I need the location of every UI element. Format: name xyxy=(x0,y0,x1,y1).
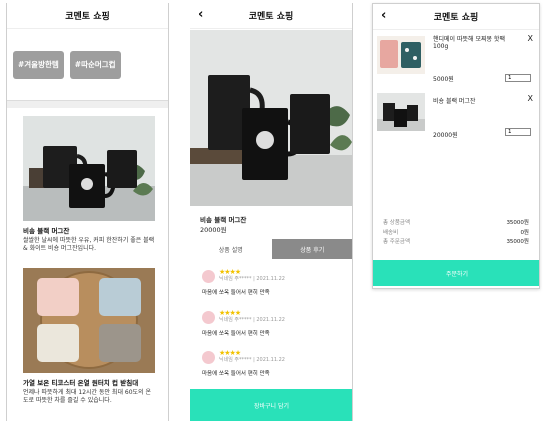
review-item: ★★★★ 닉네임 주***** | 2021.11.22 마음에 쏘옥 들어서 … xyxy=(202,350,342,377)
total-label: 총 상품금액 xyxy=(383,220,411,226)
app-header: 코멘토 쇼핑 xyxy=(7,3,168,29)
product-name: 비숑 블랙 머그잔 xyxy=(200,216,247,224)
review-text: 마음에 쏘옥 들어서 편히 만족 xyxy=(202,290,270,296)
remove-item-icon[interactable]: X xyxy=(528,34,533,43)
user-avatar-icon xyxy=(202,310,215,324)
cart-item: 핸디메이 따뜻해 모찌몽 핫팩 100g X 5000원 xyxy=(377,34,537,86)
product-description: 쌀쌀한 날씨에 따뜻한 우유, 커피 한잔하기 좋은 블랙 & 화이트 비숑 머… xyxy=(23,237,155,252)
section-divider xyxy=(7,100,168,108)
review-item: ★★★★ 닉네임 주***** | 2021.11.22 마음에 쏘옥 들어서 … xyxy=(202,310,342,337)
cart-item-image xyxy=(377,93,425,131)
product-image[interactable] xyxy=(23,268,155,373)
order-total-row: 총 주문금액 35000원 xyxy=(383,238,529,248)
cart-item-price: 20000원 xyxy=(433,132,458,139)
product-name[interactable]: 비숑 블랙 머그잔 xyxy=(23,225,155,235)
order-total-value: 35000원 xyxy=(506,239,529,245)
product-hero-image xyxy=(190,30,352,206)
total-value: 35000원 xyxy=(506,220,529,226)
page-title: 코멘토 쇼핑 xyxy=(65,12,110,22)
back-arrow-icon[interactable]: ‹ xyxy=(198,7,203,23)
review-meta: 닉네임 주***** | 2021.11.22 xyxy=(219,276,285,282)
app-header: ‹ 코멘토 쇼핑 xyxy=(190,3,352,29)
rating-stars-icon: ★★★★ xyxy=(219,268,241,276)
cart-item-image xyxy=(377,36,425,74)
cart-item: 비숑 블랙 머그잔 X 20000원 xyxy=(377,90,537,142)
order-total-label: 총 주문금액 xyxy=(383,239,411,245)
shipping-row: 배송비 0원 xyxy=(383,229,529,239)
remove-item-icon[interactable]: X xyxy=(528,94,533,103)
review-meta: 닉네임 주***** | 2021.11.22 xyxy=(219,317,285,323)
app-header: ‹ 코멘토 쇼핑 xyxy=(373,4,539,30)
review-text: 마음에 쏘옥 들어서 편히 만족 xyxy=(202,371,270,377)
tag-bar: #겨울방한템 #따순머그컵 xyxy=(7,29,168,79)
product-image[interactable] xyxy=(23,116,155,221)
product-card[interactable]: 가열 보온 티코스터 온열 원터치 컵 받침대 언제나 따뜻하게 최대 12시간… xyxy=(23,268,155,405)
add-to-cart-button[interactable]: 장바구니 담기 xyxy=(190,389,352,421)
review-item: ★★★★ 닉네임 주***** | 2021.11.22 마음에 쏘옥 들어서 … xyxy=(202,269,342,296)
cart-screen: ‹ 코멘토 쇼핑 핸디메이 따뜻해 모찌몽 핫팩 100g X 5000원 1 … xyxy=(372,3,540,289)
tag-mug[interactable]: #따순머그컵 xyxy=(69,51,121,79)
user-avatar-icon xyxy=(202,269,215,283)
product-price: 20000원 xyxy=(200,226,227,234)
quantity-input[interactable] xyxy=(505,74,531,82)
product-list-screen: 코멘토 쇼핑 #겨울방한템 #따순머그컵 비숑 블랙 머그잔 쌀쌀한 날씨에 따… xyxy=(6,3,169,421)
tab-reviews[interactable]: 상품 후기 xyxy=(271,239,352,259)
product-detail-screen: ‹ 코멘토 쇼핑 비숑 블랙 머그잔 20000원 상품 설명 상품 후기 ★★… xyxy=(190,3,353,421)
shipping-label: 배송비 xyxy=(383,229,399,236)
tab-description[interactable]: 상품 설명 xyxy=(190,239,272,259)
cart-item-price: 5000원 xyxy=(433,76,454,83)
user-avatar-icon xyxy=(202,350,215,364)
page-title: 코멘토 쇼핑 xyxy=(248,12,294,22)
page-title: 코멘토 쇼핑 xyxy=(433,13,479,23)
order-button[interactable]: 주문하기 xyxy=(373,260,539,286)
cart-item-name: 핸디메이 따뜻해 모찌몽 핫팩 100g xyxy=(433,36,505,50)
total-row: 총 상품금액 35000원 xyxy=(383,219,529,229)
review-meta: 닉네임 주***** | 2021.11.22 xyxy=(219,357,285,363)
review-text: 마음에 쏘옥 들어서 편히 만족 xyxy=(202,331,270,337)
rating-stars-icon: ★★★★ xyxy=(219,309,241,317)
product-name[interactable]: 가열 보온 티코스터 온열 원터치 컵 받침대 xyxy=(23,377,155,387)
cart-item-name: 비숑 블랙 머그잔 xyxy=(433,98,476,105)
product-description: 언제나 따뜻하게 최대 12시간 동안 최대 60도의 온도로 따뜻한 차를 즐… xyxy=(23,389,151,404)
back-arrow-icon[interactable]: ‹ xyxy=(381,8,386,24)
order-summary: 총 상품금액 35000원 배송비 0원 총 주문금액 35000원 xyxy=(383,219,529,248)
detail-tabs: 상품 설명 상품 후기 xyxy=(190,239,352,259)
rating-stars-icon: ★★★★ xyxy=(219,349,241,357)
tag-winter[interactable]: #겨울방한템 xyxy=(13,51,64,79)
shipping-value: 0원 xyxy=(520,229,529,236)
quantity-input[interactable] xyxy=(505,128,531,136)
product-card[interactable]: 비숑 블랙 머그잔 쌀쌀한 날씨에 따뜻한 우유, 커피 한잔하기 좋은 블랙 … xyxy=(23,116,155,253)
